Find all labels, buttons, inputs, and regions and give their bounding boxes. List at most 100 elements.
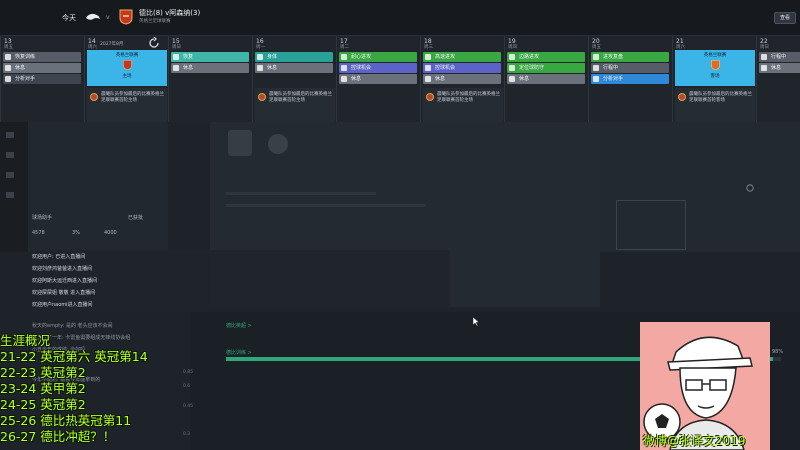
section-link[interactable]: 德比英超 >	[226, 322, 252, 329]
club-crest-icon	[426, 93, 434, 101]
session-slot[interactable]: 行程中	[759, 52, 800, 62]
session-label: 休息	[183, 65, 194, 71]
day-column-15: 15 周日 恢复 休息	[168, 36, 252, 122]
session-slot[interactable]: 休息	[339, 74, 417, 84]
club-crest-icon	[258, 93, 266, 101]
chat-message: 欢迎屎屎姐 敬敬 进入直播间	[32, 290, 96, 296]
analysis-icon	[5, 76, 11, 82]
sidebar-icon[interactable]	[6, 152, 14, 158]
today-label[interactable]: 今天	[62, 13, 76, 23]
day-column-21: 21 周六 英格兰联赛 客场 晨曦队员参加最后的比赛英格兰足联联赛首轮客场	[672, 36, 756, 124]
avatar	[268, 134, 288, 154]
rest-icon	[173, 65, 179, 71]
match-card[interactable]: 英格兰联赛 客场	[675, 50, 755, 86]
pitch-diagram	[616, 200, 686, 250]
session-slot[interactable]: 休息	[423, 74, 501, 84]
derby-ram-icon	[86, 13, 100, 20]
session-slot[interactable]: 身体	[255, 52, 333, 62]
axis-tick-label: 0.6	[183, 384, 191, 389]
session-slot[interactable]: 休息	[759, 63, 800, 73]
session-label: 分析对手	[603, 76, 624, 82]
session-slot[interactable]: 分析对手	[3, 74, 81, 84]
session-slot[interactable]: 进攻复盘	[591, 52, 669, 62]
session-slot[interactable]: 休息	[507, 74, 585, 84]
session-label: 耐心进攻	[351, 54, 372, 60]
stat-value: 4000	[104, 230, 117, 236]
session-label: 控球机会	[351, 65, 372, 71]
day-name: 周五	[592, 45, 601, 50]
club-crest-icon	[228, 130, 252, 156]
match-card[interactable]: 英格兰联赛 主场	[87, 50, 167, 86]
recovery-icon	[5, 54, 11, 60]
day-name: 周三	[424, 45, 433, 50]
note-text: 晨曦队员参加最后的比赛英格兰足联联赛首轮主场	[269, 92, 332, 103]
session-slot[interactable]: 分析对手	[591, 74, 669, 84]
session-slot[interactable]: 行程中	[591, 63, 669, 73]
placeholder-line	[226, 192, 376, 195]
session-label: 恢复	[183, 54, 194, 60]
match-subtitle: 英格兰足球联赛	[139, 19, 171, 24]
recovery-icon	[173, 54, 179, 60]
match-title[interactable]: 德比(8) v阿森纳(3)	[139, 8, 200, 18]
attack-icon	[509, 54, 515, 60]
note-text: 晨曦队员参加最后的比赛英格兰足联联赛首轮主场	[437, 92, 500, 103]
chat-message: 欢迎用户: 已进入直播间	[32, 254, 86, 260]
session-slot[interactable]: 定位球防守	[507, 63, 585, 73]
clock-icon	[746, 184, 754, 192]
rest-icon	[257, 65, 263, 71]
budget-status: 已获批	[128, 215, 144, 221]
day-name: 周日	[172, 45, 181, 50]
opponent-crest-icon	[710, 60, 720, 70]
section-link[interactable]: 德比训练 >	[226, 349, 252, 356]
match-note: 晨曦队员参加最后的比赛英格兰足联联赛首轮主场	[255, 88, 335, 124]
view-button[interactable]: 查看	[774, 12, 796, 24]
streamer-avatar	[640, 322, 770, 450]
attack-icon	[341, 54, 347, 60]
cartoon-avatar-icon	[640, 322, 770, 450]
day-column-17: 17 周二 耐心进攻 控球机会 休息	[336, 36, 420, 122]
travel-icon	[761, 54, 767, 60]
venue-label: 客场	[710, 74, 720, 79]
mouse-cursor-icon	[473, 317, 479, 326]
rest-icon	[341, 76, 347, 82]
venue-label: 主场	[122, 74, 132, 79]
club-crest-icon	[678, 93, 686, 101]
arsenal-crest-icon	[119, 9, 133, 25]
analysis-icon	[593, 76, 599, 82]
sidebar-icon[interactable]	[6, 132, 14, 138]
session-slot[interactable]: 休息	[3, 63, 81, 73]
session-slot[interactable]: 恢复	[171, 52, 249, 62]
session-label: 休息	[519, 76, 530, 82]
session-slot[interactable]: 边路进攻	[507, 52, 585, 62]
club-profile-panel: 球场助手 已获批 4578 3% 4000	[28, 122, 168, 252]
session-slot[interactable]: 高速进攻	[423, 52, 501, 62]
note-text: 晨曦队员参加最后的比赛英格兰足联联赛首轮客场	[689, 92, 752, 103]
match-note: 晨曦队员参加最后的比赛英格兰足联联赛首轮主场	[423, 88, 503, 124]
session-label: 行程中	[771, 54, 787, 60]
session-slot[interactable]: 休息	[255, 63, 333, 73]
sidebar-icon[interactable]	[6, 192, 14, 198]
game-window: 今天 v 德比(8) v阿森纳(3) 英格兰足球联赛 查看 2027年8月 13…	[0, 0, 800, 450]
day-column-16: 16 周一 身体 休息 晨曦队员参加最后的比赛英格兰足联联赛首轮主场	[252, 36, 336, 124]
stat-value: 3%	[72, 230, 80, 236]
session-label: 身体	[267, 54, 278, 60]
progress-percent: 98%	[772, 349, 784, 355]
note-text: 晨曦队员参加最后的比赛英格兰足联联赛首轮主场	[101, 92, 164, 103]
right-panel	[600, 122, 800, 252]
day-name: 周二	[340, 45, 349, 50]
session-slot[interactable]: 耐心进攻	[339, 52, 417, 62]
competition-label: 英格兰联赛	[703, 53, 727, 58]
axis-tick-label: 0.85	[183, 370, 194, 375]
session-slot[interactable]: 控球机会	[423, 63, 501, 73]
sidebar-icon[interactable]	[6, 172, 14, 178]
attack-icon	[425, 54, 431, 60]
session-label: 休息	[435, 76, 446, 82]
axis-tick-label: 0.45	[183, 404, 194, 409]
session-label: 分析对手	[15, 76, 36, 82]
session-slot[interactable]: 恢复训练	[3, 52, 81, 62]
session-slot[interactable]: 休息	[171, 63, 249, 73]
session-label: 恢复训练	[15, 54, 36, 60]
chat-message: 欢迎刘彦鸿爸爸进入直播间	[32, 266, 93, 272]
versus-label: v	[106, 14, 110, 21]
session-slot[interactable]: 控球机会	[339, 63, 417, 73]
